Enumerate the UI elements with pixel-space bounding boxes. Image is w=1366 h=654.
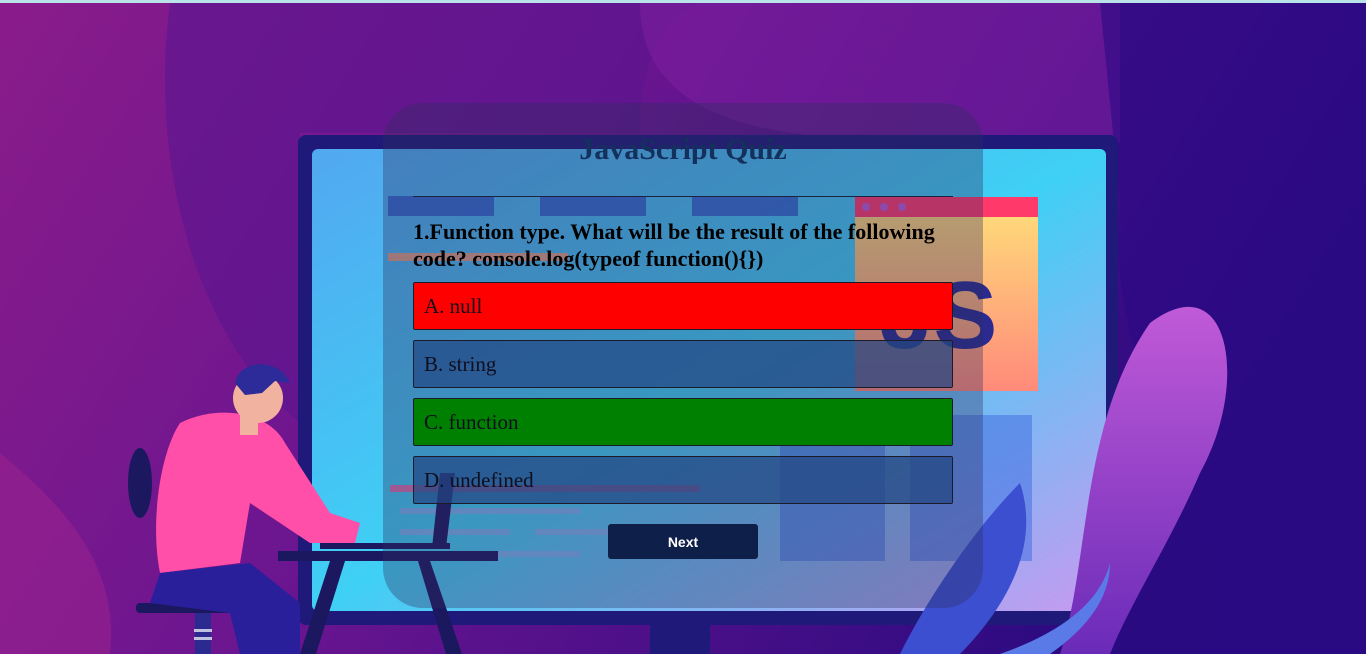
quiz-title: JavaScript Quiz (579, 133, 787, 164)
answer-option-d[interactable]: D. undefined (413, 456, 953, 504)
answer-option-b[interactable]: B. string (413, 340, 953, 388)
next-button[interactable]: Next (608, 524, 758, 559)
answer-option-c[interactable]: C. function (413, 398, 953, 446)
answer-option-a[interactable]: A. null (413, 282, 953, 330)
question-text: 1.Function type. What will be the result… (413, 219, 935, 271)
title-divider (413, 196, 953, 197)
